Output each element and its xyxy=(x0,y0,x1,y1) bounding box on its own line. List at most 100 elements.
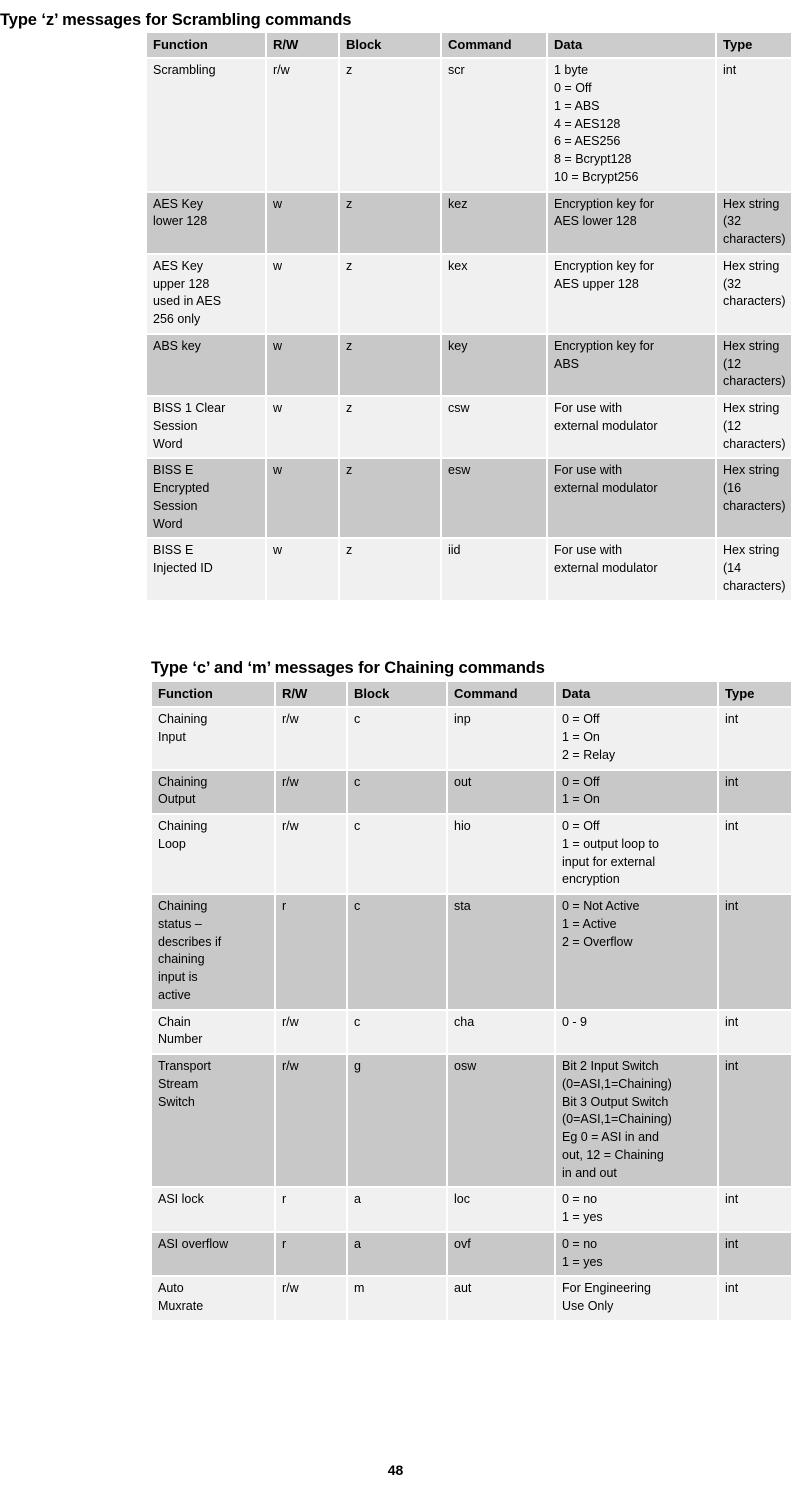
cell-type: Hex string (32 characters) xyxy=(717,254,791,333)
cell-data: Encryption key for AES lower 128 xyxy=(548,192,715,253)
table-row: Chaining Input r/w c inp 0 = Off 1 = On … xyxy=(152,708,791,769)
cell-block: z xyxy=(340,459,440,538)
cell-function: BISS E Injected ID xyxy=(147,539,265,600)
cell-command: esw xyxy=(442,459,546,538)
cell-block: c xyxy=(348,1010,446,1054)
section-title-scrambling: Type ‘z’ messages for Scrambling command… xyxy=(0,11,352,30)
cell-function: ABS key xyxy=(147,334,265,396)
column-header-command: Command xyxy=(442,33,546,58)
table-row: ASI lock r a loc 0 = no 1 = yes int xyxy=(152,1188,791,1231)
cell-data: 0 - 9 xyxy=(556,1010,717,1054)
cell-block: z xyxy=(340,59,440,191)
cell-block: z xyxy=(340,397,440,458)
cell-block: a xyxy=(348,1232,446,1276)
cell-rw: w xyxy=(267,334,338,396)
cell-type: int xyxy=(719,708,791,769)
table-row: AES Key upper 128 used in AES 256 only w… xyxy=(147,254,791,333)
cell-type: int xyxy=(719,1232,791,1276)
column-header-type: Type xyxy=(719,682,791,707)
cell-block: c xyxy=(348,895,446,1009)
cell-function: Chaining Output xyxy=(152,770,274,814)
cell-data: 1 byte 0 = Off 1 = ABS 4 = AES128 6 = AE… xyxy=(548,59,715,191)
column-header-block: Block xyxy=(340,33,440,58)
table-row: Chaining status – describes if chaining … xyxy=(152,895,791,1009)
cell-type: int xyxy=(719,895,791,1009)
cell-block: m xyxy=(348,1277,446,1320)
cell-function: ASI lock xyxy=(152,1188,274,1231)
cell-data: Encryption key for ABS xyxy=(548,334,715,396)
scrambling-commands-table: Function R/W Block Command Data Type Scr… xyxy=(145,31,791,602)
cell-data: For use with external modulator xyxy=(548,459,715,538)
column-header-function: Function xyxy=(147,33,265,58)
cell-rw: r/w xyxy=(276,1055,346,1187)
column-header-block: Block xyxy=(348,682,446,707)
cell-rw: w xyxy=(267,192,338,253)
cell-data: Encryption key for AES upper 128 xyxy=(548,254,715,333)
cell-type: Hex string (16 characters) xyxy=(717,459,791,538)
cell-function: Chaining Input xyxy=(152,708,274,769)
table-header-row: Function R/W Block Command Data Type xyxy=(152,682,791,707)
column-header-type: Type xyxy=(717,33,791,58)
cell-function: Scrambling xyxy=(147,59,265,191)
table-row: BISS 1 Clear Session Word w z csw For us… xyxy=(147,397,791,458)
cell-data: 0 = Not Active 1 = Active 2 = Overflow xyxy=(556,895,717,1009)
cell-command: loc xyxy=(448,1188,554,1231)
cell-type: Hex string (14 characters) xyxy=(717,539,791,600)
cell-command: sta xyxy=(448,895,554,1009)
cell-block: c xyxy=(348,770,446,814)
cell-block: z xyxy=(340,334,440,396)
page-number: 48 xyxy=(387,1462,404,1478)
cell-command: iid xyxy=(442,539,546,600)
cell-block: a xyxy=(348,1188,446,1231)
cell-data: For Engineering Use Only xyxy=(556,1277,717,1320)
column-header-data: Data xyxy=(556,682,717,707)
cell-command: key xyxy=(442,334,546,396)
cell-rw: r/w xyxy=(267,59,338,191)
cell-type: int xyxy=(719,1055,791,1187)
cell-function: AES Key upper 128 used in AES 256 only xyxy=(147,254,265,333)
cell-command: csw xyxy=(442,397,546,458)
cell-block: z xyxy=(340,539,440,600)
cell-type: int xyxy=(719,1010,791,1054)
table-row: AES Key lower 128 w z kez Encryption key… xyxy=(147,192,791,253)
cell-type: int xyxy=(719,815,791,894)
cell-command: aut xyxy=(448,1277,554,1320)
table-row: BISS E Encrypted Session Word w z esw Fo… xyxy=(147,459,791,538)
cell-data: Bit 2 Input Switch (0=ASI,1=Chaining) Bi… xyxy=(556,1055,717,1187)
cell-function: BISS E Encrypted Session Word xyxy=(147,459,265,538)
cell-function: Auto Muxrate xyxy=(152,1277,274,1320)
document-page: Type ‘z’ messages for Scrambling command… xyxy=(0,0,791,1495)
cell-command: kez xyxy=(442,192,546,253)
cell-rw: r xyxy=(276,1232,346,1276)
cell-type: int xyxy=(717,59,791,191)
cell-rw: r xyxy=(276,895,346,1009)
cell-block: c xyxy=(348,815,446,894)
cell-function: Chaining status – describes if chaining … xyxy=(152,895,274,1009)
table-row: Chaining Output r/w c out 0 = Off 1 = On… xyxy=(152,770,791,814)
cell-function: ASI overflow xyxy=(152,1232,274,1276)
cell-type: Hex string (12 characters) xyxy=(717,397,791,458)
cell-command: scr xyxy=(442,59,546,191)
column-header-rw: R/W xyxy=(267,33,338,58)
cell-data: 0 = Off 1 = On xyxy=(556,770,717,814)
cell-function: Chain Number xyxy=(152,1010,274,1054)
cell-type: int xyxy=(719,1188,791,1231)
cell-rw: w xyxy=(267,539,338,600)
column-header-rw: R/W xyxy=(276,682,346,707)
cell-type: Hex string (12 characters) xyxy=(717,334,791,396)
cell-command: osw xyxy=(448,1055,554,1187)
cell-rw: w xyxy=(267,459,338,538)
table-row: Scrambling r/w z scr 1 byte 0 = Off 1 = … xyxy=(147,59,791,191)
cell-type: int xyxy=(719,1277,791,1320)
table-row: Chaining Loop r/w c hio 0 = Off 1 = outp… xyxy=(152,815,791,894)
cell-command: kex xyxy=(442,254,546,333)
cell-function: AES Key lower 128 xyxy=(147,192,265,253)
cell-data: For use with external modulator xyxy=(548,397,715,458)
cell-data: 0 = no 1 = yes xyxy=(556,1188,717,1231)
section-title-chaining: Type ‘c’ and ‘m’ messages for Chaining c… xyxy=(151,659,545,678)
table-row: BISS E Injected ID w z iid For use with … xyxy=(147,539,791,600)
cell-rw: r/w xyxy=(276,708,346,769)
cell-command: inp xyxy=(448,708,554,769)
cell-function: Transport Stream Switch xyxy=(152,1055,274,1187)
cell-data: 0 = Off 1 = output loop to input for ext… xyxy=(556,815,717,894)
